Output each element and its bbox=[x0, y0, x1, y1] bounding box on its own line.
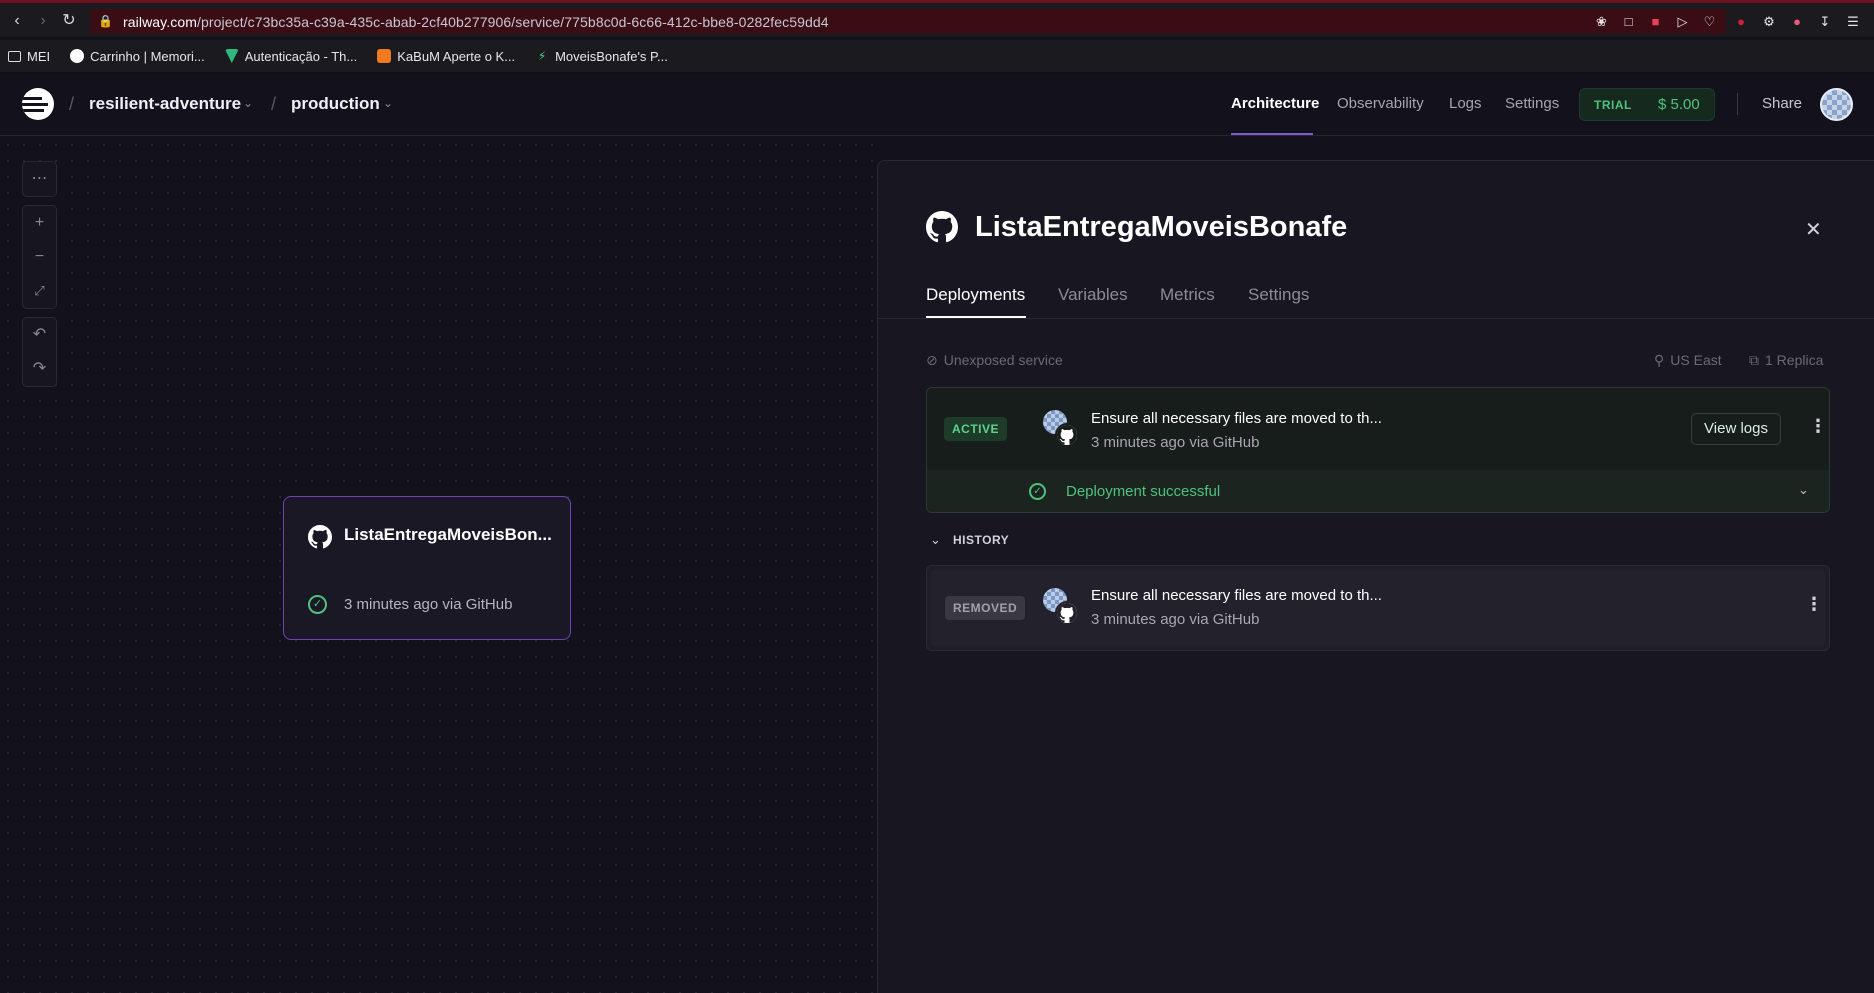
site-icon: ⚡ bbox=[535, 49, 550, 63]
eye-off-icon: ⊘ bbox=[926, 352, 938, 368]
nav-logs[interactable]: Logs bbox=[1449, 95, 1482, 112]
github-icon bbox=[926, 211, 958, 243]
bookmark-carrinho[interactable]: Carrinho | Memori... bbox=[70, 49, 205, 64]
back-icon[interactable]: ‹ bbox=[8, 12, 26, 30]
site-icon bbox=[70, 49, 85, 63]
service-card[interactable]: ListaEntregaMoveisBon... ✓ 3 minutes ago… bbox=[283, 496, 571, 640]
user-avatar[interactable] bbox=[1820, 88, 1853, 121]
service-panel: ListaEntregaMoveisBonafe ✕ Deployments V… bbox=[877, 160, 1874, 993]
active-nav-indicator bbox=[1231, 133, 1313, 135]
deployment-meta: 3 minutes ago via GitHub bbox=[1091, 611, 1260, 628]
canvas-toolbar-zoom: + − ⤢ bbox=[22, 205, 57, 309]
copy-icon: ⧉ bbox=[1749, 352, 1759, 368]
more-options-icon[interactable]: ⋮ bbox=[1809, 416, 1827, 437]
chevron-down-icon[interactable]: ⌄ bbox=[383, 96, 393, 110]
history-deployment-card[interactable]: REMOVED Ensure all necessary files are m… bbox=[926, 565, 1830, 651]
chevron-down-icon[interactable]: ⌄ bbox=[930, 532, 941, 548]
divider bbox=[1737, 93, 1738, 115]
extensions-icon[interactable]: ⚙ bbox=[1761, 14, 1777, 30]
check-circle-icon: ✓ bbox=[1029, 483, 1046, 500]
heart-icon[interactable]: ♡ bbox=[1701, 13, 1718, 30]
author-avatars bbox=[1043, 410, 1083, 450]
vue-icon bbox=[224, 49, 239, 63]
trial-label: TRIAL bbox=[1594, 98, 1632, 112]
zoom-in-icon[interactable]: + bbox=[23, 206, 56, 240]
pin-icon[interactable]: ❀ bbox=[1593, 13, 1610, 30]
chevron-down-icon[interactable]: ⌄ bbox=[1798, 482, 1809, 498]
github-icon bbox=[308, 525, 332, 549]
status-badge: REMOVED bbox=[945, 596, 1026, 620]
environment-selector[interactable]: production bbox=[291, 94, 380, 114]
nav-architecture[interactable]: Architecture bbox=[1231, 95, 1319, 112]
breadcrumb-separator: / bbox=[271, 94, 277, 114]
deployment-row: REMOVED Ensure all necessary files are m… bbox=[931, 570, 1825, 646]
railway-logo[interactable] bbox=[22, 88, 54, 120]
bookmarks-bar: MEI Carrinho | Memori... Autenticação - … bbox=[0, 40, 1874, 73]
tab-settings[interactable]: Settings bbox=[1248, 285, 1309, 305]
download-icon[interactable]: ↧ bbox=[1817, 14, 1833, 30]
author-avatars bbox=[1043, 588, 1083, 628]
reload-icon[interactable]: ↻ bbox=[60, 12, 78, 30]
canvas-toolbar-history: ↶ ↷ bbox=[22, 317, 57, 387]
more-options-icon[interactable]: ⋮ bbox=[1805, 594, 1823, 615]
deployment-meta: 3 minutes ago via GitHub bbox=[1091, 434, 1260, 451]
grid-icon[interactable]: ⋯ bbox=[23, 162, 56, 196]
replica-info[interactable]: ⧉ 1 Replica bbox=[1749, 352, 1823, 369]
close-icon[interactable]: ✕ bbox=[1805, 217, 1822, 242]
commit-message[interactable]: Ensure all necessary files are moved to … bbox=[1091, 587, 1382, 604]
zoom-out-icon[interactable]: − bbox=[23, 240, 56, 274]
tab-deployments[interactable]: Deployments bbox=[926, 285, 1025, 305]
service-status: 3 minutes ago via GitHub bbox=[344, 596, 513, 613]
screenshot-icon[interactable]: □ bbox=[1620, 13, 1637, 30]
app-header: / resilient-adventure ⌄ / production ⌄ A… bbox=[0, 74, 1874, 136]
deployment-status-row[interactable]: ✓ Deployment successful ⌄ bbox=[927, 470, 1829, 512]
send-icon[interactable]: ▷ bbox=[1674, 13, 1691, 30]
trial-price: $ 5.00 bbox=[1658, 96, 1700, 113]
deployment-status: Deployment successful bbox=[1066, 483, 1221, 500]
project-selector[interactable]: resilient-adventure bbox=[89, 94, 241, 114]
status-badge: ACTIVE bbox=[944, 417, 1008, 441]
history-toggle[interactable]: HISTORY bbox=[953, 533, 1009, 547]
share-button[interactable]: Share bbox=[1762, 95, 1802, 112]
url-text[interactable]: railway.com/project/c73bc35a-c39a-435c-a… bbox=[123, 14, 829, 30]
pocket-icon[interactable]: ■ bbox=[1647, 13, 1664, 30]
undo-icon[interactable]: ↶ bbox=[23, 318, 56, 352]
github-icon bbox=[1055, 423, 1079, 447]
active-deployment-card[interactable]: ACTIVE Ensure all necessary files are mo… bbox=[926, 387, 1830, 513]
location-pin-icon: ⚲ bbox=[1654, 352, 1665, 368]
tab-divider bbox=[878, 318, 1874, 319]
profile-icon[interactable]: ● bbox=[1789, 14, 1805, 30]
exposure-status[interactable]: ⊘ Unexposed service bbox=[926, 352, 1063, 369]
folder-icon bbox=[8, 50, 21, 62]
menu-icon[interactable]: ☰ bbox=[1845, 14, 1861, 30]
trial-badge[interactable]: TRIAL $ 5.00 bbox=[1579, 88, 1715, 121]
redo-icon[interactable]: ↷ bbox=[23, 352, 56, 386]
browser-toolbar: ‹ › ↻ 🔒 railway.com/project/c73bc35a-c39… bbox=[0, 0, 1874, 37]
service-name: ListaEntregaMoveisBon... bbox=[344, 525, 552, 544]
bookmark-autenticacao[interactable]: Autenticação - Th... bbox=[224, 49, 357, 64]
bookmark-kabum[interactable]: KaBuM Aperte o K... bbox=[377, 49, 515, 64]
deployment-row: ACTIVE Ensure all necessary files are mo… bbox=[927, 388, 1829, 470]
commit-message[interactable]: Ensure all necessary files are moved to … bbox=[1091, 410, 1382, 427]
bookmark-mei[interactable]: MEI bbox=[8, 49, 50, 64]
address-bar[interactable]: 🔒 railway.com/project/c73bc35a-c39a-435c… bbox=[90, 9, 1726, 34]
view-logs-button[interactable]: View logs bbox=[1691, 413, 1781, 445]
tab-metrics[interactable]: Metrics bbox=[1160, 285, 1215, 305]
chevron-down-icon[interactable]: ⌄ bbox=[243, 96, 253, 110]
region-info[interactable]: ⚲ US East bbox=[1654, 352, 1722, 369]
panel-title: ListaEntregaMoveisBonafe bbox=[975, 211, 1348, 243]
ublock-icon[interactable]: ● bbox=[1733, 14, 1749, 30]
check-circle-icon: ✓ bbox=[308, 595, 327, 614]
bookmark-moveisbonafe[interactable]: ⚡ MoveisBonafe's P... bbox=[535, 49, 668, 64]
breadcrumb-separator: / bbox=[69, 94, 75, 114]
tab-variables[interactable]: Variables bbox=[1058, 285, 1128, 305]
nav-observability[interactable]: Observability bbox=[1337, 95, 1424, 112]
kabum-icon bbox=[377, 49, 392, 63]
github-icon bbox=[1055, 601, 1079, 625]
nav-settings[interactable]: Settings bbox=[1505, 95, 1559, 112]
lock-icon: 🔒 bbox=[98, 14, 113, 28]
canvas-toolbar-grid: ⋯ bbox=[22, 161, 57, 197]
fit-view-icon[interactable]: ⤢ bbox=[23, 274, 56, 308]
forward-icon[interactable]: › bbox=[34, 12, 52, 30]
